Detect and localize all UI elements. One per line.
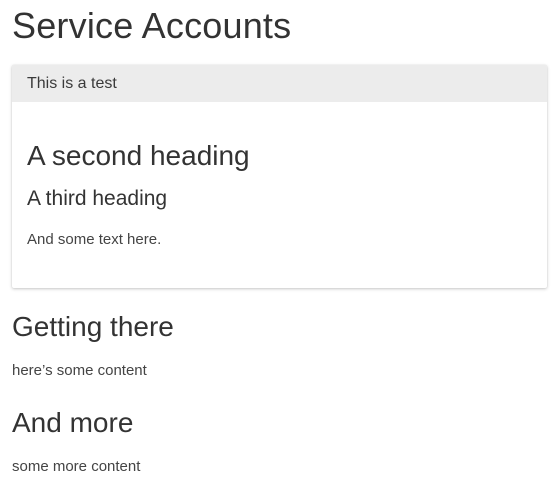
panel-second-heading: A second heading [27, 140, 250, 171]
section-text-getting-there: here’s some content [12, 362, 147, 379]
page-title: Service Accounts [12, 5, 292, 46]
content-panel: This is a test A second heading A third … [12, 65, 547, 288]
panel-header: This is a test [12, 65, 547, 102]
section-heading-and-more: And more [12, 407, 134, 438]
panel-third-heading: A third heading [27, 187, 168, 210]
panel-body: A second heading A third heading And som… [12, 102, 547, 288]
section-heading-getting-there: Getting there [12, 311, 174, 342]
panel-text: And some text here. [27, 231, 162, 248]
section-text-and-more: some more content [12, 458, 141, 475]
